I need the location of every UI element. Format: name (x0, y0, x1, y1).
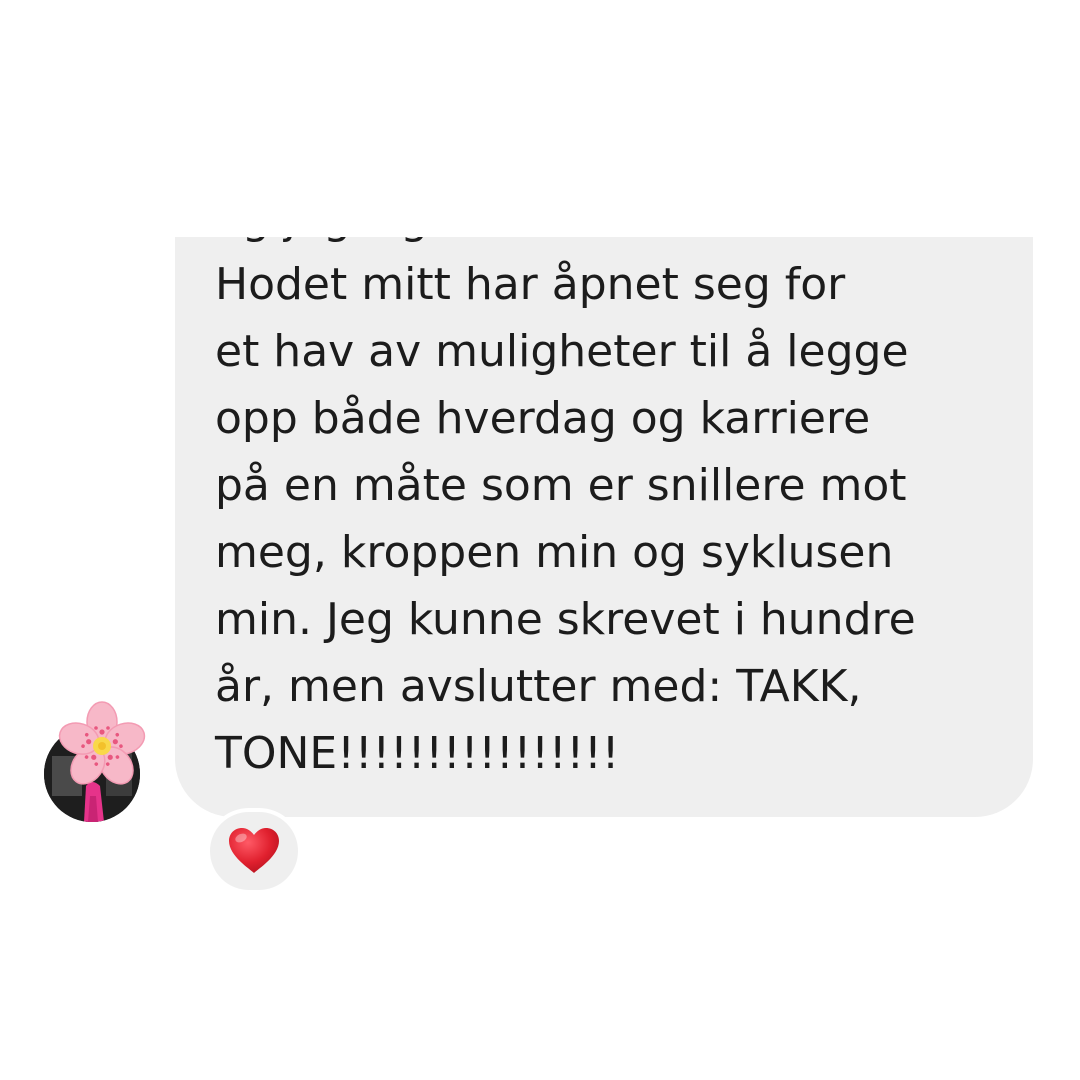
flower-sticker-icon (58, 701, 146, 785)
message-line: et hav av muligheter til å legge (215, 326, 909, 377)
message-line: opp både hverdag og karriere (215, 393, 871, 444)
message-bubble[interactable]: og jeg sig Hodet mitt har åpnet seg for … (175, 237, 1033, 817)
heart-reaction[interactable] (206, 808, 302, 894)
message-cut-off-line: og jeg sig (215, 237, 428, 252)
message-text: Hodet mitt har åpnet seg for et hav av m… (215, 251, 916, 787)
message-line: min. Jeg kunne skrevet i hundre (215, 594, 916, 645)
message-line: Hodet mitt har åpnet seg for (215, 259, 846, 310)
message-line: meg, kroppen min og syklusen (215, 527, 894, 578)
message-line: TONE!!!!!!!!!!!!!!!! (215, 728, 620, 779)
heart-icon (229, 828, 279, 873)
chat-screen: og jeg sig Hodet mitt har åpnet seg for … (0, 0, 1080, 1080)
message-line: på en måte som er snillere mot (215, 460, 907, 511)
message-line: år, men avslutter med: TAKK, (215, 661, 862, 712)
